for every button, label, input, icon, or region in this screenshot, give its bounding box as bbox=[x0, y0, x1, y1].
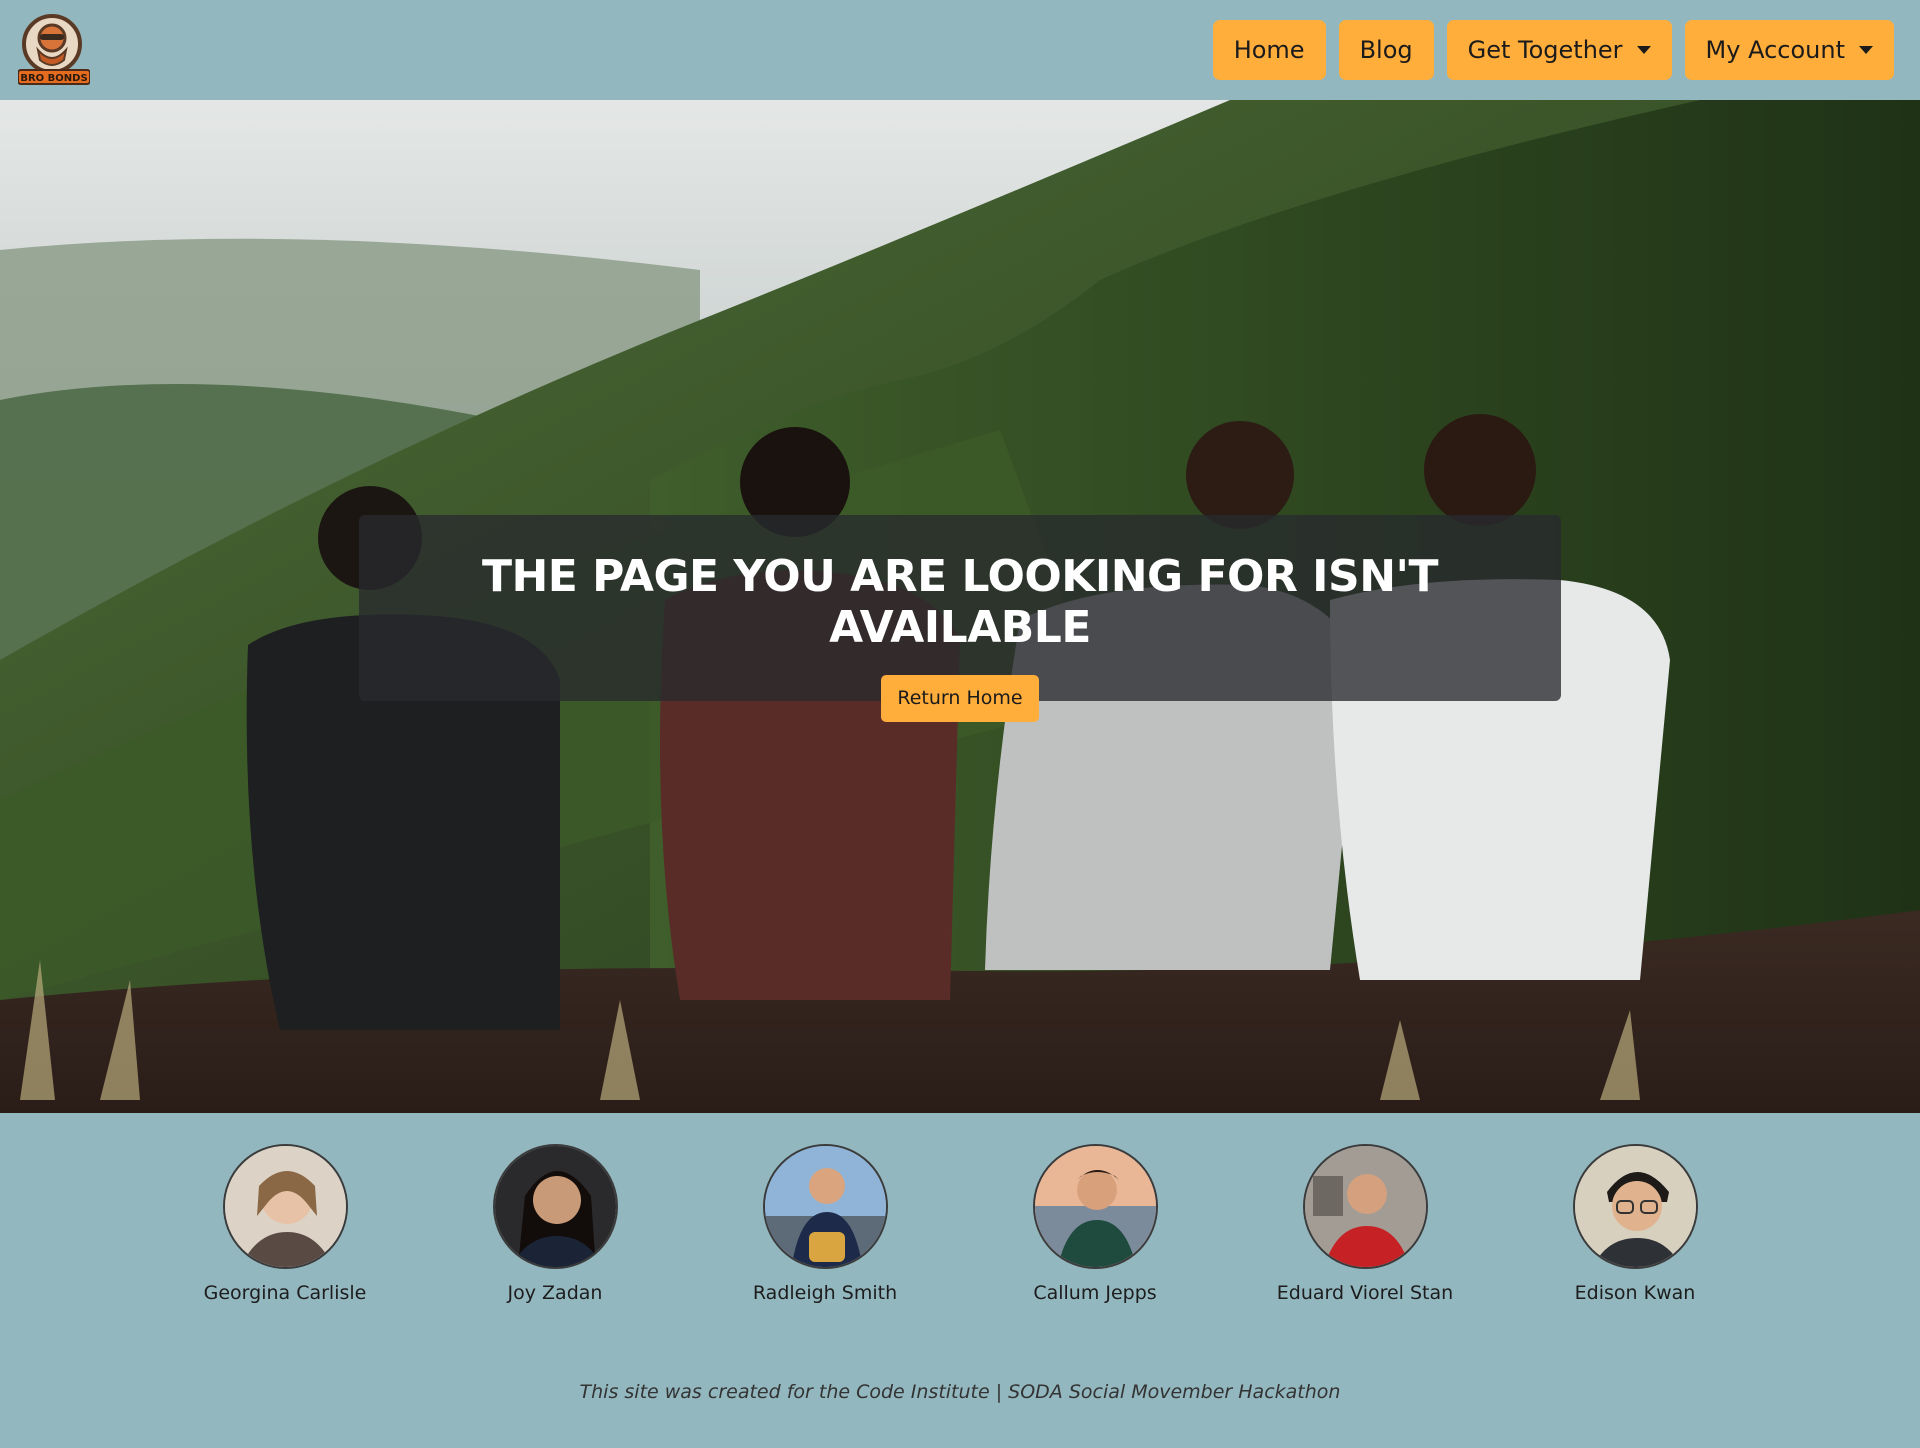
member-name: Eduard Viorel Stan bbox=[1276, 1282, 1454, 1304]
member-name: Joy Zadan bbox=[507, 1282, 603, 1304]
avatar bbox=[1032, 1144, 1158, 1269]
member-name: Callum Jepps bbox=[1033, 1282, 1157, 1304]
navbar: BRO BONDS Home Blog Get Together My Acco… bbox=[0, 0, 1920, 100]
avatar bbox=[1572, 1144, 1698, 1269]
nav-links: Home Blog Get Together My Account bbox=[1212, 20, 1894, 80]
team-member[interactable]: Callum Jepps bbox=[965, 1144, 1225, 1304]
svg-text:BRO BONDS: BRO BONDS bbox=[20, 73, 87, 84]
member-name: Edison Kwan bbox=[1574, 1282, 1696, 1304]
member-name: Radleigh Smith bbox=[752, 1282, 898, 1304]
nav-home-button[interactable]: Home bbox=[1212, 20, 1326, 80]
nav-my-account-dropdown[interactable]: My Account bbox=[1684, 20, 1894, 80]
nav-blog-button[interactable]: Blog bbox=[1338, 20, 1434, 80]
nav-blog-label: Blog bbox=[1359, 36, 1413, 64]
nav-get-together-dropdown[interactable]: Get Together bbox=[1446, 20, 1672, 80]
team-member[interactable]: Joy Zadan bbox=[425, 1144, 685, 1304]
bro-bonds-logo[interactable]: BRO BONDS bbox=[17, 10, 91, 86]
chevron-down-icon bbox=[1636, 46, 1651, 54]
chevron-down-icon bbox=[1859, 46, 1873, 54]
avatar bbox=[1302, 1144, 1428, 1269]
nav-home-label: Home bbox=[1233, 36, 1305, 64]
team-member[interactable]: Radleigh Smith bbox=[695, 1144, 955, 1304]
team-member[interactable]: Edison Kwan bbox=[1505, 1144, 1765, 1304]
avatar bbox=[762, 1144, 888, 1269]
member-name: Georgina Carlisle bbox=[203, 1282, 367, 1304]
avatar bbox=[222, 1144, 348, 1269]
error-message-panel: THE PAGE YOU ARE LOOKING FOR ISN'T AVAIL… bbox=[359, 515, 1561, 722]
footer-credit: This site was created for the Code Insti… bbox=[579, 1381, 1341, 1403]
nav-get-together-label: Get Together bbox=[1467, 36, 1623, 64]
avatar bbox=[492, 1144, 618, 1269]
nav-my-account-label: My Account bbox=[1705, 36, 1845, 64]
hero-section: THE PAGE YOU ARE LOOKING FOR ISN'T AVAIL… bbox=[0, 100, 1920, 1113]
team-member[interactable]: Georgina Carlisle bbox=[155, 1144, 415, 1304]
team-member[interactable]: Eduard Viorel Stan bbox=[1235, 1144, 1495, 1304]
error-title: THE PAGE YOU ARE LOOKING FOR ISN'T AVAIL… bbox=[481, 551, 1439, 653]
return-home-button[interactable]: Return Home bbox=[881, 675, 1039, 722]
